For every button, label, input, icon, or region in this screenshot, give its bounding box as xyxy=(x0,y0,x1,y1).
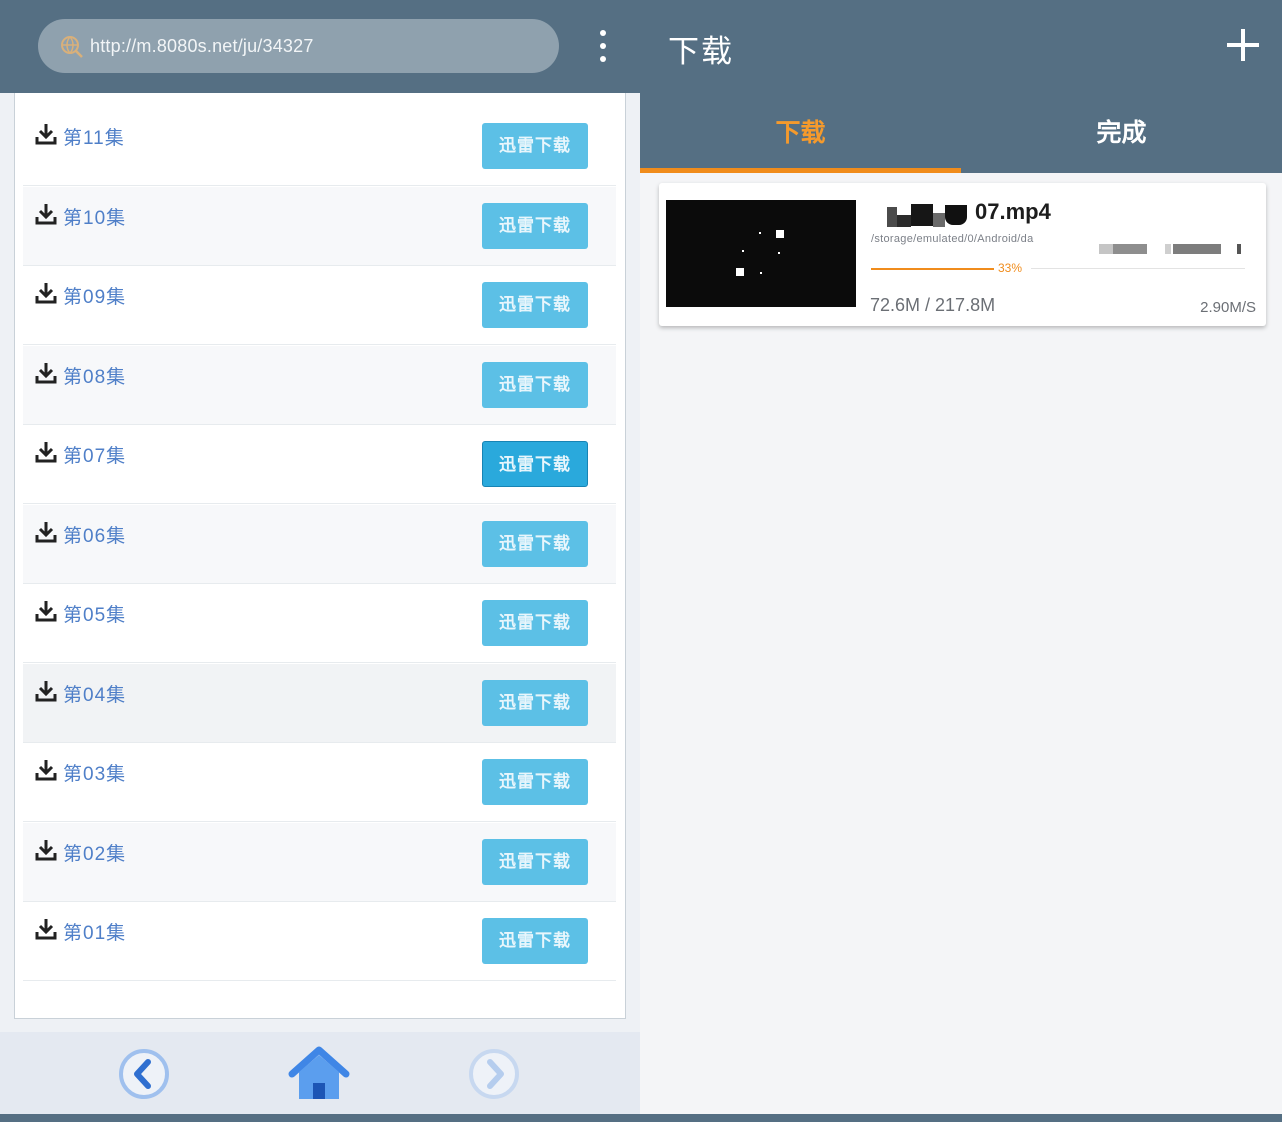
episode-link[interactable]: 第02集 xyxy=(63,839,126,866)
episode-link[interactable]: 第07集 xyxy=(63,441,126,468)
home-icon[interactable] xyxy=(287,1043,351,1105)
back-icon[interactable] xyxy=(117,1047,171,1101)
thunder-download-button[interactable]: 迅雷下载 xyxy=(482,600,588,646)
page-title: 下载 xyxy=(668,34,734,69)
thunder-download-button[interactable]: 迅雷下载 xyxy=(482,282,588,328)
episode-row: 第11集 迅雷下载 xyxy=(23,107,616,186)
active-tab-indicator xyxy=(640,168,961,173)
download-icon xyxy=(35,839,57,860)
episode-row: 第02集 迅雷下载 xyxy=(23,822,616,902)
app-root: http://m.8080s.net/ju/34327 第11集 迅雷下载 第10集… xyxy=(0,0,1282,1122)
episode-row: 第10集 迅雷下载 xyxy=(23,186,616,266)
episode-row: 第07集 迅雷下载 xyxy=(23,425,616,504)
add-icon[interactable] xyxy=(1225,27,1261,63)
thunder-download-button[interactable]: 迅雷下载 xyxy=(482,838,588,885)
thunder-download-button[interactable]: 迅雷下载 xyxy=(482,361,588,408)
episode-link[interactable]: 第03集 xyxy=(63,759,126,786)
download-icon xyxy=(35,283,57,304)
download-icon xyxy=(35,680,57,701)
download-item[interactable]: 07.mp4 /storage/emulated/0/Android/da 33… xyxy=(659,183,1266,326)
episode-link[interactable]: 第10集 xyxy=(63,203,126,230)
episode-row: 第08集 迅雷下载 xyxy=(23,345,616,425)
browser-bottom-nav xyxy=(0,1032,640,1114)
episode-link[interactable]: 第04集 xyxy=(63,680,126,707)
download-speed: 2.90M/S xyxy=(1200,299,1256,316)
address-url: http://m.8080s.net/ju/34327 xyxy=(90,35,314,56)
thunder-download-button[interactable]: 迅雷下载 xyxy=(482,759,588,805)
episode-link[interactable]: 第06集 xyxy=(63,521,126,548)
episode-list: 第11集 迅雷下载 第10集 迅雷下载 第09集 迅雷下载 第08集 迅雷下载 第07集 迅雷下载… xyxy=(14,93,626,1019)
tab-downloading[interactable]: 下载 xyxy=(640,93,961,173)
progress-remaining xyxy=(1031,268,1245,269)
episode-row: 第09集 迅雷下载 xyxy=(23,266,616,345)
episode-row: 第06集 迅雷下载 xyxy=(23,504,616,584)
download-icon xyxy=(35,521,57,542)
thunder-download-button[interactable]: 迅雷下载 xyxy=(482,202,588,249)
thunder-download-button[interactable]: 迅雷下载 xyxy=(482,123,588,169)
bottom-strip xyxy=(0,1114,1282,1122)
download-header: 下载 下载 完成 xyxy=(640,0,1282,173)
file-path: /storage/emulated/0/Android/da xyxy=(871,233,1034,245)
episode-link[interactable]: 第11集 xyxy=(63,123,125,150)
browser-toolbar: http://m.8080s.net/ju/34327 xyxy=(0,0,640,93)
redacted-filename xyxy=(887,203,973,227)
download-size: 72.6M / 217.8M xyxy=(870,295,996,315)
episode-link[interactable]: 第09集 xyxy=(63,282,126,309)
progress-percent: 33% xyxy=(998,261,1023,275)
download-icon xyxy=(35,362,57,383)
globe-icon xyxy=(61,36,83,58)
episode-row: 第03集 迅雷下载 xyxy=(23,743,616,822)
more-menu-icon[interactable] xyxy=(596,30,610,62)
tab-completed[interactable]: 完成 xyxy=(961,93,1282,173)
episode-row: 第01集 迅雷下载 xyxy=(23,902,616,981)
redacted-info xyxy=(1099,244,1249,254)
download-icon xyxy=(35,919,57,940)
thunder-download-button[interactable]: 迅雷下载 xyxy=(482,520,588,567)
thunder-download-button[interactable]: 迅雷下载 xyxy=(482,918,588,964)
browser-pane: http://m.8080s.net/ju/34327 第11集 迅雷下载 第10集… xyxy=(0,0,640,1114)
episode-row: 第05集 迅雷下载 xyxy=(23,584,616,663)
thunder-download-button[interactable]: 迅雷下载 xyxy=(482,441,588,487)
progress-bar xyxy=(871,268,994,270)
thunder-download-button[interactable]: 迅雷下载 xyxy=(482,679,588,726)
file-name: 07.mp4 xyxy=(975,199,1051,224)
episode-row: 第04集 迅雷下载 xyxy=(23,663,616,743)
download-icon xyxy=(35,760,57,781)
download-icon xyxy=(35,124,57,145)
download-icon xyxy=(35,442,57,463)
address-bar[interactable]: http://m.8080s.net/ju/34327 xyxy=(38,19,559,73)
forward-icon[interactable] xyxy=(467,1047,521,1101)
episode-link[interactable]: 第05集 xyxy=(63,600,126,627)
download-manager: 下载 下载 完成 07.mp4 /storage/emulated/0/Andr… xyxy=(640,0,1282,1114)
episode-link[interactable]: 第08集 xyxy=(63,362,126,389)
download-icon xyxy=(35,601,57,622)
download-icon xyxy=(35,203,57,224)
video-thumbnail xyxy=(666,200,856,307)
episode-link[interactable]: 第01集 xyxy=(63,918,126,945)
